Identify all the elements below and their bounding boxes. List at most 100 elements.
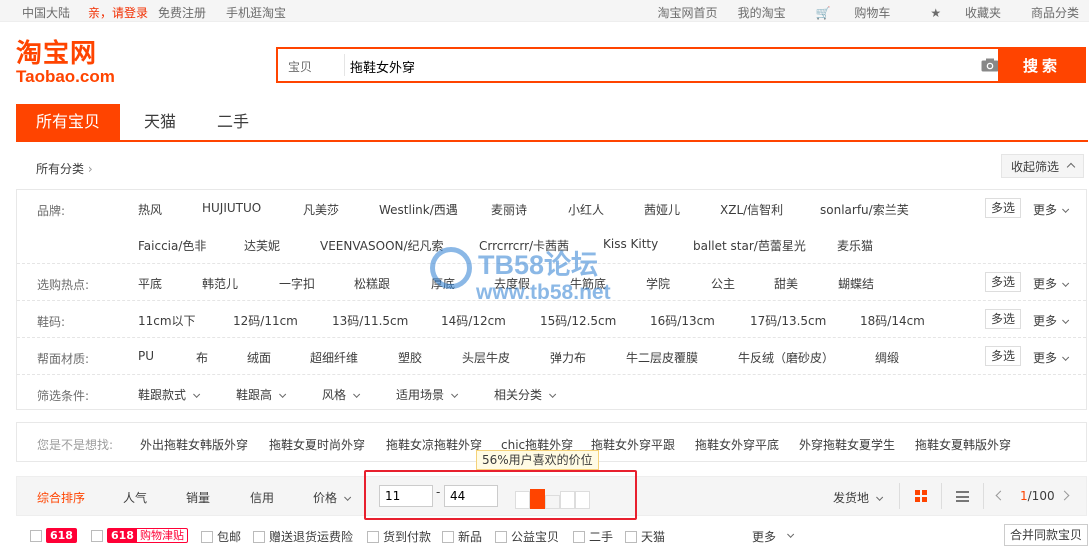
checkbox[interactable] — [573, 530, 585, 543]
material-item[interactable]: 布 — [196, 349, 208, 366]
brand-item[interactable]: VEENVASOON/纪凡索 — [320, 237, 444, 254]
hot-item[interactable]: 学院 — [646, 275, 670, 292]
brand-item[interactable]: 麦丽诗 — [491, 201, 527, 218]
condition-dropdown[interactable]: 适用场景 — [396, 386, 455, 403]
ship-from-dropdown[interactable]: 发货地 — [833, 489, 880, 506]
prev-page-icon[interactable] — [995, 490, 1006, 501]
brand-item[interactable]: 小红人 — [568, 201, 604, 218]
brand-item[interactable]: 凡美莎 — [303, 201, 339, 218]
tab-secondhand[interactable]: 二手 — [200, 104, 266, 140]
suggestion-link[interactable]: 拖鞋女夏时尚外穿 — [269, 436, 365, 453]
hot-item[interactable]: 一字扣 — [279, 275, 315, 292]
option-tmall[interactable]: 天猫 — [625, 528, 665, 545]
multi-select-button[interactable]: 多选 — [985, 309, 1022, 329]
next-page-icon[interactable] — [1059, 490, 1070, 501]
hot-item[interactable]: 去度假 — [494, 275, 530, 292]
cart-link[interactable]: 🛒 购物车 — [796, 4, 911, 21]
size-item[interactable]: 14码/12cm — [441, 312, 506, 329]
collapse-filters-button[interactable]: 收起筛选 — [1000, 154, 1084, 178]
option-618-subsidy[interactable]: 618 购物津贴 — [91, 528, 188, 543]
brand-item[interactable]: 达芙妮 — [244, 237, 280, 254]
hot-item[interactable]: 平底 — [138, 275, 162, 292]
checkbox[interactable] — [201, 530, 213, 543]
hot-item[interactable]: 厚底 — [431, 275, 455, 292]
sort-credit[interactable]: 信用 — [250, 489, 274, 506]
option-secondhand[interactable]: 二手 — [573, 528, 613, 545]
search-input[interactable] — [350, 56, 970, 76]
condition-dropdown[interactable]: 鞋跟高 — [236, 386, 283, 403]
brand-item[interactable]: Crrcrrcrr/卡茜茜 — [479, 237, 569, 254]
more-button[interactable]: 更多 — [1033, 201, 1066, 218]
suggestion-link[interactable]: 拖鞋女外穿平跟 — [591, 436, 675, 453]
sort-popularity[interactable]: 人气 — [123, 489, 147, 506]
search-button[interactable]: 搜索 — [998, 47, 1086, 83]
multi-select-button[interactable]: 多选 — [985, 346, 1022, 366]
category-link[interactable]: 商品分类 — [1021, 4, 1089, 21]
multi-select-button[interactable]: 多选 — [985, 272, 1022, 292]
hot-item[interactable]: 牛筋底 — [570, 275, 606, 292]
size-item[interactable]: 18码/14cm — [860, 312, 925, 329]
hot-item[interactable]: 蝴蝶结 — [838, 275, 874, 292]
option-618[interactable]: 618 — [30, 528, 77, 543]
tab-tmall[interactable]: 天猫 — [120, 104, 200, 140]
checkbox[interactable] — [442, 530, 454, 543]
option-cod[interactable]: 货到付款 — [367, 528, 431, 545]
suggestion-link[interactable]: 拖鞋女外穿平底 — [695, 436, 779, 453]
size-item[interactable]: 15码/12.5cm — [540, 312, 616, 329]
suggestion-link[interactable]: 拖鞋女夏韩版外穿 — [915, 436, 1011, 453]
brand-item[interactable]: 热风 — [138, 201, 162, 218]
suggestion-link[interactable]: 外穿拖鞋女夏学生 — [799, 436, 895, 453]
more-button[interactable]: 更多 — [1033, 349, 1066, 366]
hot-item[interactable]: 松糕跟 — [354, 275, 390, 292]
material-item[interactable]: 弹力布 — [550, 349, 586, 366]
checkbox[interactable] — [30, 529, 42, 542]
suggestion-link[interactable]: 外出拖鞋女韩版外穿 — [140, 436, 248, 453]
size-item[interactable]: 11cm以下 — [138, 312, 196, 329]
brand-item[interactable]: 麦乐猫 — [837, 237, 873, 254]
hot-item[interactable]: 甜美 — [774, 275, 798, 292]
condition-dropdown[interactable]: 鞋跟款式 — [138, 386, 197, 403]
condition-dropdown[interactable]: 风格 — [322, 386, 357, 403]
option-return-insurance[interactable]: 赠送退货运费险 — [253, 528, 353, 545]
taobao-logo[interactable]: 淘宝网 Taobao.com — [16, 40, 126, 86]
brand-item[interactable]: sonlarfu/索兰芙 — [820, 201, 909, 218]
hot-item[interactable]: 公主 — [711, 275, 735, 292]
brand-item[interactable]: Faiccia/色非 — [138, 237, 206, 254]
material-item[interactable]: 牛反绒（磨砂皮） — [738, 349, 834, 366]
material-item[interactable]: 绒面 — [247, 349, 271, 366]
camera-icon[interactable] — [981, 58, 999, 72]
checkbox[interactable] — [91, 529, 103, 542]
material-item[interactable]: PU — [138, 349, 154, 363]
list-view-icon[interactable] — [956, 491, 969, 502]
material-item[interactable]: 塑胶 — [398, 349, 422, 366]
size-item[interactable]: 17码/13.5cm — [750, 312, 826, 329]
brand-item[interactable]: XZL/信智利 — [720, 201, 783, 218]
condition-dropdown[interactable]: 相关分类 — [494, 386, 553, 403]
sort-price[interactable]: 价格 — [313, 489, 348, 506]
region-selector[interactable]: 中国大陆 — [22, 4, 70, 21]
tab-all[interactable]: 所有宝贝 — [16, 104, 120, 140]
material-item[interactable]: 绸缎 — [875, 349, 899, 366]
suggestion-link[interactable]: 拖鞋女凉拖鞋外穿 — [386, 436, 482, 453]
brand-item[interactable]: Kiss Kitty — [603, 237, 658, 251]
material-item[interactable]: 牛二层皮覆膜 — [626, 349, 698, 366]
size-item[interactable]: 13码/11.5cm — [332, 312, 408, 329]
material-item[interactable]: 头层牛皮 — [462, 349, 510, 366]
sort-default[interactable]: 综合排序 — [37, 489, 85, 506]
checkbox[interactable] — [625, 530, 637, 543]
all-categories-link[interactable]: 所有分类 › — [36, 160, 93, 177]
favorites-link[interactable]: ★ 收藏夹 — [910, 4, 1021, 21]
options-more-button[interactable]: 更多 — [752, 528, 791, 545]
more-button[interactable]: 更多 — [1033, 312, 1066, 329]
checkbox[interactable] — [367, 530, 379, 543]
hot-item[interactable]: 韩范儿 — [202, 275, 238, 292]
size-item[interactable]: 12码/11cm — [233, 312, 298, 329]
material-item[interactable]: 超细纤维 — [310, 349, 358, 366]
login-link[interactable]: 亲，请登录 — [88, 4, 148, 21]
checkbox[interactable] — [495, 530, 507, 543]
brand-item[interactable]: ballet star/芭蕾星光 — [693, 237, 806, 254]
merge-same-button[interactable]: 合并同款宝贝 — [1004, 524, 1088, 546]
mobile-link[interactable]: 手机逛淘宝 — [226, 4, 286, 21]
option-new[interactable]: 新品 — [442, 528, 482, 545]
brand-item[interactable]: Westlink/西遇 — [379, 201, 458, 218]
